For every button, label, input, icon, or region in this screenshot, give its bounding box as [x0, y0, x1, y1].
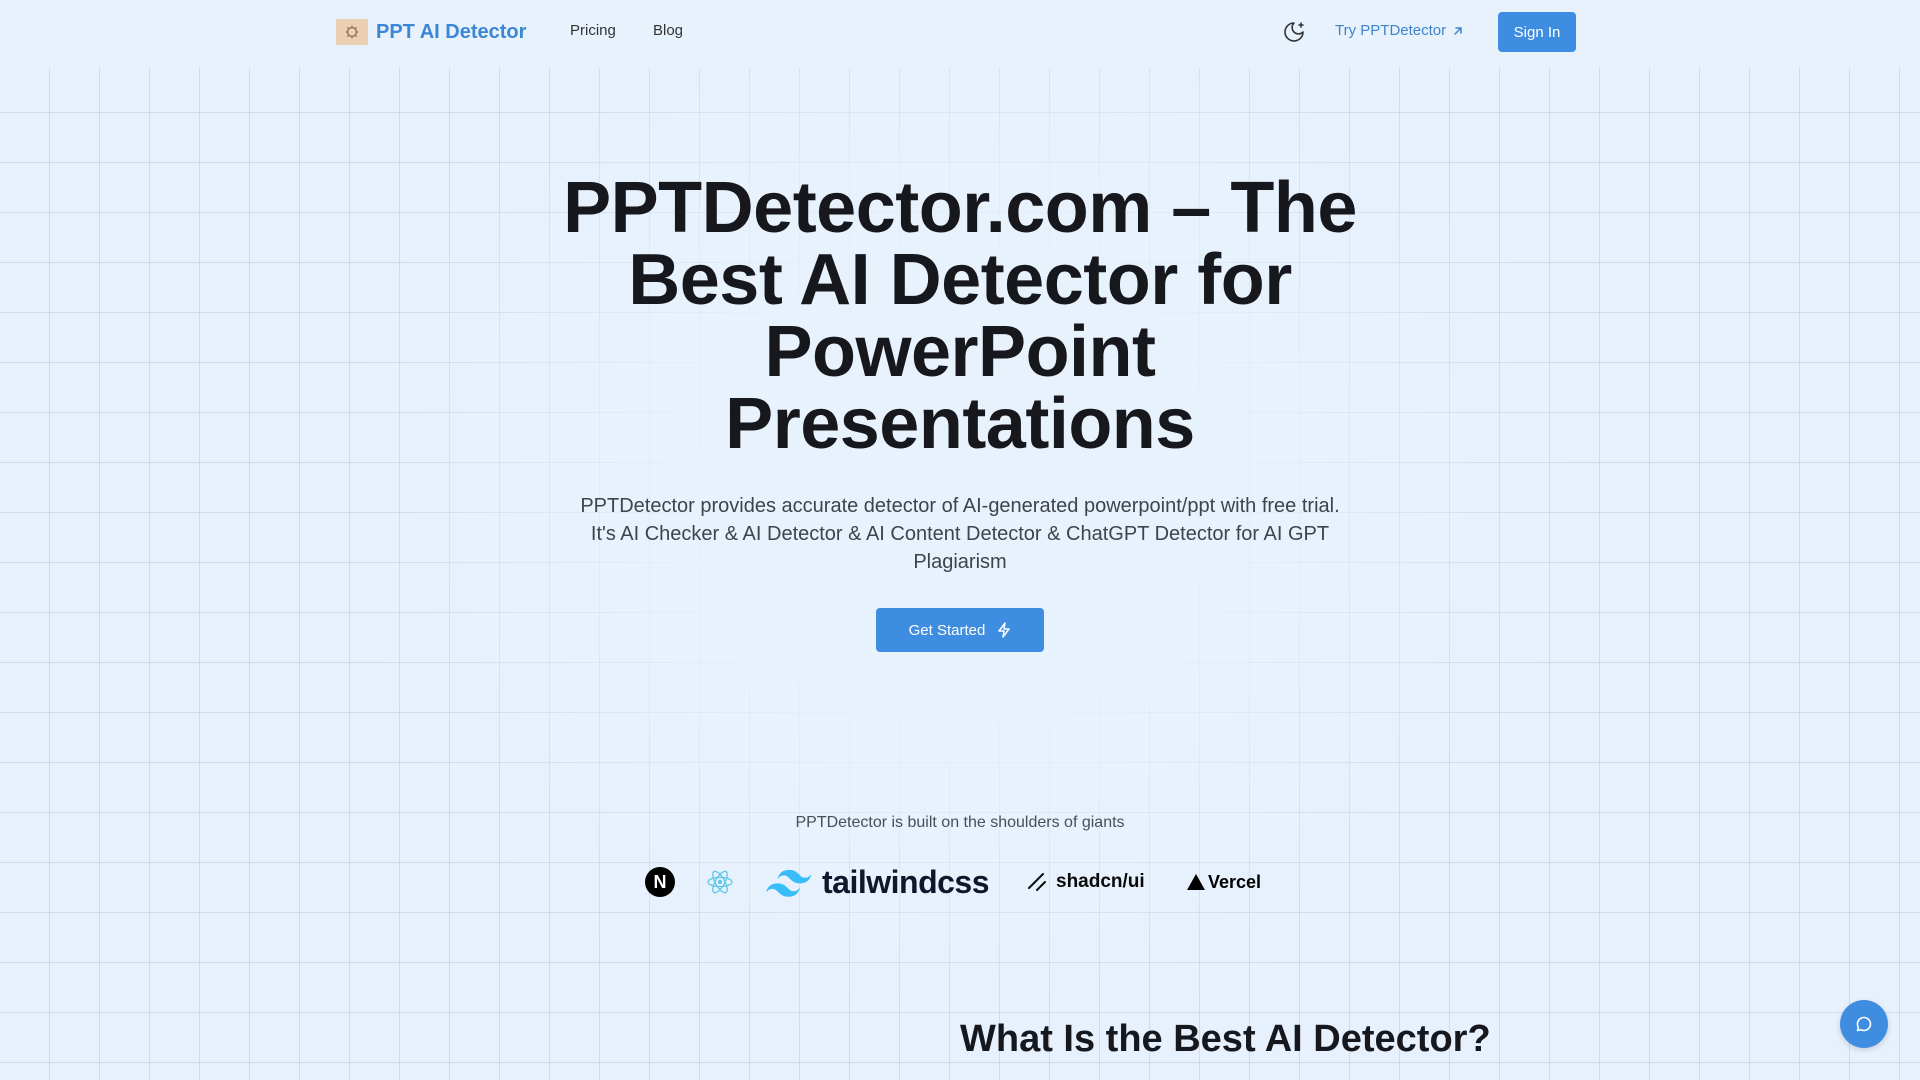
tailwind-wordmark: tailwindcss	[822, 863, 990, 900]
nav-link-pricing[interactable]: Pricing	[570, 22, 616, 39]
nextjs-icon: N	[645, 867, 675, 897]
get-started-label: Get Started	[908, 621, 986, 639]
chat-bubble-icon	[1856, 1016, 1872, 1032]
giants-label: PPTDetector is built on the shoulders of…	[795, 814, 1125, 831]
tailwind-icon	[766, 869, 812, 897]
sign-in-button[interactable]: Sign In	[1498, 12, 1576, 52]
moon-icon[interactable]	[1282, 20, 1306, 44]
section-title: What Is the Best AI Detector?	[960, 1018, 1491, 1060]
top-navbar: PPT AI Detector Pricing Blog Try PPTDete…	[0, 0, 1920, 64]
nextjs-logo: N	[645, 862, 675, 902]
hero-title: PPTDetector.com – The Best AI Detector f…	[563, 168, 1357, 464]
brand-name: PPT AI Detector	[376, 20, 527, 43]
try-link-label: Try PPTDetector	[1335, 22, 1447, 39]
nav-link-blog[interactable]: Blog	[653, 22, 683, 39]
get-started-button[interactable]: Get Started	[876, 608, 1044, 652]
lightning-icon	[998, 622, 1011, 638]
vercel-wordmark: Vercel	[1208, 871, 1262, 892]
try-pptdetector-link[interactable]: Try PPTDetector	[1335, 22, 1464, 39]
tailwind-logo: tailwindcss	[766, 862, 990, 902]
vercel-logo: Vercel	[1186, 862, 1261, 902]
navbar-inner: PPT AI Detector Pricing Blog Try PPTDete…	[336, 0, 1576, 64]
arrow-up-right-icon	[1454, 26, 1462, 35]
shadcn-wordmark: shadcn/ui	[1056, 871, 1145, 892]
shadcn-logo: shadcn/ui	[1026, 862, 1145, 902]
brand-link[interactable]: PPT AI Detector	[336, 19, 526, 45]
shadcn-icon	[1028, 873, 1046, 891]
chat-button[interactable]	[1840, 1000, 1888, 1048]
brand-logo-icon	[336, 19, 368, 45]
react-logo	[706, 862, 734, 902]
tech-logos: N tailwindcss shadcn/ui Vercel	[644, 862, 1284, 902]
hero-subtitle: PPTDetector provides accurate detector o…	[580, 495, 1340, 573]
vercel-icon	[1187, 874, 1205, 890]
react-icon	[707, 870, 733, 894]
